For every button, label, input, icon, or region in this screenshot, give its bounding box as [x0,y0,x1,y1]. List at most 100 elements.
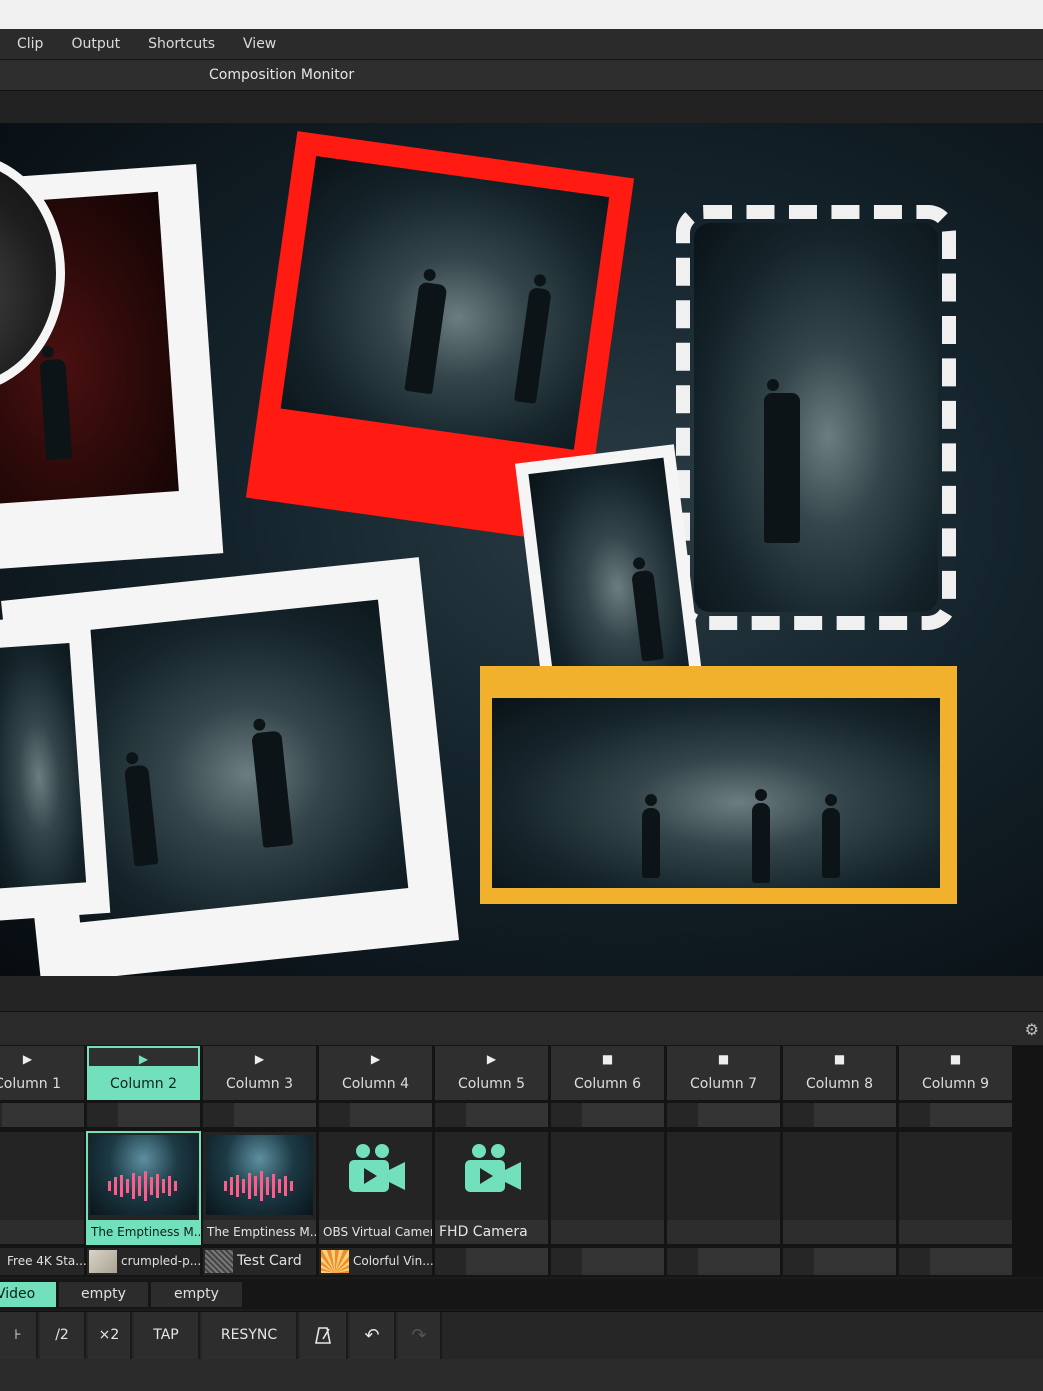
redo-button[interactable]: ↷ [398,1312,442,1359]
waveform-icon [224,1171,293,1201]
stage-photo-left-edge [0,642,87,889]
clip-slot-1-6[interactable] [551,1132,664,1244]
column-7-header[interactable]: ■ Column 7 [667,1046,780,1100]
gear-icon[interactable]: ⚙ [1025,1020,1039,1039]
tab-empty-2[interactable]: empty [151,1282,242,1307]
nudge-button[interactable]: ⊦ [0,1312,38,1359]
column-label: Column 8 [806,1076,873,1092]
column-1: ▶ Column 1 Free 4K Sta... [0,1045,87,1277]
monitor-footer [0,977,1043,1010]
resync-button[interactable]: RESYNC [202,1312,298,1359]
menu-output[interactable]: Output [57,29,134,59]
tab-video[interactable]: Video [0,1282,56,1307]
column-8-header[interactable]: ■ Column 8 [783,1046,896,1100]
clip-slot-1-4[interactable]: OBS Virtual Camera [319,1132,432,1244]
clip-slot-1-3[interactable]: The Emptiness M... [203,1132,316,1244]
undo-button[interactable]: ↶ [350,1312,396,1359]
column-label: Column 5 [458,1076,525,1092]
composition-preview[interactable] [0,123,1043,976]
column-2: ▶ Column 2 The Emptiness M... crumpled-p… [86,1045,202,1277]
fader-segment [118,1103,200,1127]
fader-segment [350,1103,432,1127]
column-5: ▶ Column 5 FHD Camera [435,1045,548,1277]
column-4-header[interactable]: ▶ Column 4 [319,1046,432,1100]
clip-slot-2-1[interactable]: Free 4K Sta... [0,1248,87,1275]
performer-silhouette [513,287,552,404]
clip-slot-1-7[interactable] [667,1132,780,1244]
stop-icon: ■ [833,1052,846,1066]
tap-button[interactable]: TAP [134,1312,200,1359]
tempo-toolbar: ⊦ /2 ×2 TAP RESYNC ↶ ↷ [0,1311,1043,1359]
column-5-header[interactable]: ▶ Column 5 [435,1046,548,1100]
column-4-crossfader[interactable] [319,1103,432,1127]
menu-shortcuts[interactable]: Shortcuts [134,29,229,59]
column-1-crossfader[interactable] [0,1103,84,1127]
column-label: Column 9 [922,1076,989,1092]
column-9-header[interactable]: ■ Column 9 [899,1046,1012,1100]
column-8-crossfader[interactable] [783,1103,896,1127]
clip-slot-2-6[interactable] [551,1248,664,1275]
clip-slot-2-2[interactable]: crumpled-p... [87,1248,202,1275]
double-tempo-button[interactable]: ×2 [88,1312,132,1359]
clip-slot-1-9[interactable] [899,1132,1012,1244]
column-5-crossfader[interactable] [435,1103,548,1127]
fader-segment [814,1248,896,1275]
stage-photo-center [528,457,691,698]
clip-slot-1-1[interactable] [0,1132,84,1244]
column-3-crossfader[interactable] [203,1103,316,1127]
column-8: ■ Column 8 [783,1045,896,1277]
column-6-header[interactable]: ■ Column 6 [551,1046,664,1100]
fader-segment [814,1103,896,1127]
menu-clip[interactable]: Clip [0,29,57,59]
metronome-button[interactable] [300,1312,348,1359]
column-label: Column 6 [574,1076,641,1092]
clip-slot-2-9[interactable] [899,1248,1012,1275]
fader-segment [698,1248,780,1275]
clip-slot-2-5[interactable] [435,1248,548,1275]
yellow-grunge-frame [480,666,957,904]
paper-thumbnail [89,1250,117,1273]
clip-slot-2-8[interactable] [783,1248,896,1275]
clip-name: Free 4K Sta... [7,1254,87,1268]
column-1-header[interactable]: ▶ Column 1 [0,1046,84,1100]
stage-photo-yellow-frame [492,698,940,888]
column-2-crossfader[interactable] [87,1103,200,1127]
column-6-crossfader[interactable] [551,1103,664,1127]
clip-slot-1-2[interactable]: The Emptiness M... [86,1131,201,1245]
waveform-thumbnail [90,1135,197,1215]
performer-silhouette [39,358,73,461]
composition-monitor-header: Composition Monitor [0,60,1043,91]
column-7-crossfader[interactable] [667,1103,780,1127]
column-label: Column 3 [226,1076,293,1092]
fader-segment [582,1248,664,1275]
deck-header: ⚙ [0,1011,1043,1045]
menu-view[interactable]: View [229,29,290,59]
clip-slot-2-4[interactable]: Colorful Vin... [319,1248,434,1275]
waveform-icon [108,1171,177,1201]
column-label: Column 4 [342,1076,409,1092]
play-icon: ▶ [486,1052,497,1066]
clip-slot-1-8[interactable] [783,1132,896,1244]
clip-name: Colorful Vin... [353,1254,434,1268]
tab-empty-1[interactable]: empty [59,1282,148,1307]
clip-name: crumpled-p... [121,1254,202,1268]
column-2-header[interactable]: ▶ Column 2 [87,1046,200,1100]
fader-segment [234,1103,316,1127]
stop-icon: ■ [717,1052,730,1066]
performer-silhouette [251,730,294,848]
performer-silhouette [404,281,448,395]
column-label: Column 7 [690,1076,757,1092]
column-9-crossfader[interactable] [899,1103,1012,1127]
performer-silhouette [124,764,159,867]
noise-thumbnail [205,1250,233,1273]
clip-slot-1-5[interactable]: FHD Camera [435,1132,548,1244]
clip-name: The Emptiness M... [87,1220,200,1244]
clip-slot-2-7[interactable] [667,1248,780,1275]
clip-slot-2-3[interactable]: Test Card [203,1248,316,1275]
performer-silhouette [642,794,660,878]
video-camera-icon [349,1144,405,1192]
half-tempo-button[interactable]: /2 [40,1312,86,1359]
fader-segment [582,1103,664,1127]
stage-photo-white-frame [694,223,938,612]
column-3-header[interactable]: ▶ Column 3 [203,1046,316,1100]
